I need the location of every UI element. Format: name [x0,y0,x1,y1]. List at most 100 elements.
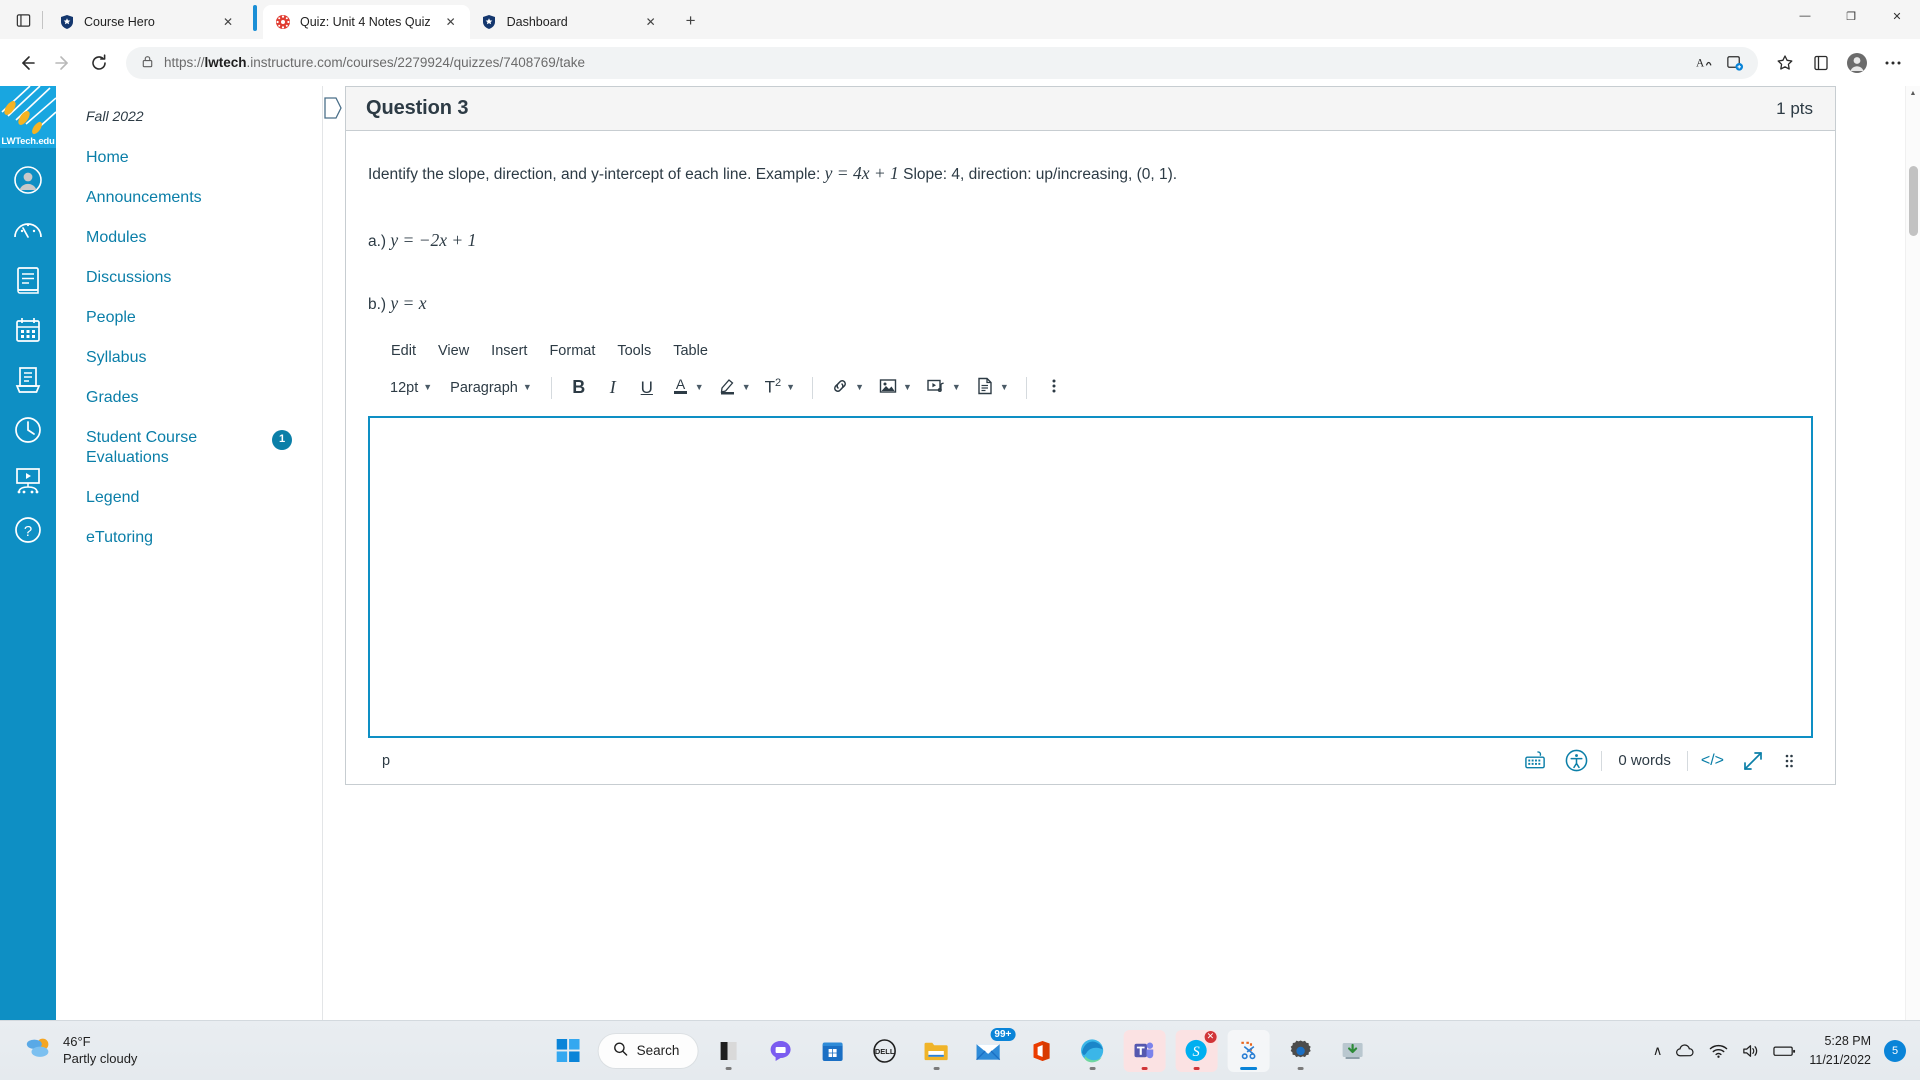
menu-format[interactable]: Format [540,338,604,364]
media-button[interactable]: ▼ [920,372,967,404]
cloud-icon[interactable] [1675,1043,1696,1059]
read-aloud-icon[interactable]: A [1690,49,1718,77]
battery-icon[interactable] [1773,1044,1796,1058]
maximize-button[interactable]: ❐ [1828,0,1874,32]
answer-textarea[interactable] [368,415,1813,738]
lwtech-logo[interactable]: LWTech.edu [0,86,56,148]
taskbar-app-edge[interactable] [1071,1030,1113,1072]
italic-button[interactable]: I [597,372,629,404]
taskbar-search[interactable]: Search [598,1033,698,1068]
global-nav-history[interactable] [0,410,56,450]
app-active-indicator [1239,1066,1257,1070]
sidebar-item-syllabus[interactable]: Syllabus [56,338,322,378]
menu-insert[interactable]: Insert [482,338,536,364]
underline-button[interactable]: U [631,372,663,404]
toolbar-divider [812,376,814,399]
browser-tab-2[interactable]: Dashboard ✕ [470,5,670,39]
taskbar-app-microsoft-store[interactable] [811,1030,853,1072]
tab-close-icon[interactable]: ✕ [640,11,662,33]
global-nav-calendar[interactable] [0,310,56,350]
taskbar-clock[interactable]: 5:28 PM 11/21/2022 [1809,1032,1871,1068]
menu-table[interactable]: Table [664,338,717,364]
superscript-subscript-button[interactable]: T2 ▼ [759,372,801,404]
tab-close-icon[interactable]: ✕ [440,11,462,33]
bold-button[interactable]: B [563,372,595,404]
menu-view[interactable]: View [429,338,478,364]
sidebar-item-announcements[interactable]: Announcements [56,178,322,218]
taskbar-app-teams[interactable] [1123,1029,1166,1072]
global-nav-courses[interactable] [0,260,56,300]
new-tab-button[interactable]: + [676,6,706,36]
volume-icon[interactable] [1741,1043,1760,1059]
image-button[interactable]: ▼ [872,372,918,404]
sidebar-item-etutoring[interactable]: eTutoring [56,518,322,558]
tab-close-icon[interactable]: ✕ [217,11,239,33]
sidebar-item-legend[interactable]: Legend [56,478,322,518]
taskbar-app-file-explorer[interactable] [915,1030,957,1072]
taskbar-app-skype[interactable]: S ✕ [1175,1029,1218,1072]
menu-edit[interactable]: Edit [382,338,425,364]
text-color-button[interactable]: A ▼ [665,372,710,404]
taskbar-app-software-center[interactable] [1331,1030,1373,1072]
taskbar-app-dell[interactable]: DELL [863,1030,905,1072]
minimize-button[interactable]: — [1782,0,1828,32]
taskbar-app-snipping-tool[interactable] [1227,1029,1270,1072]
element-path[interactable]: p [382,753,390,769]
notification-badge[interactable]: 5 [1884,1039,1906,1062]
collections-icon[interactable] [1804,46,1838,80]
more-options-button[interactable] [1038,372,1070,404]
sidebar-item-label: Announcements [86,189,202,206]
highlighter-icon [718,375,737,400]
app-alert-dot [1193,1066,1200,1070]
global-nav-account[interactable] [0,160,56,200]
taskbar-app-settings[interactable] [1279,1030,1321,1072]
back-button[interactable] [10,46,44,80]
favorites-icon[interactable] [1768,46,1802,80]
flag-question-icon[interactable] [323,97,345,123]
link-button[interactable]: ▼ [824,372,870,404]
global-nav-inbox[interactable] [0,360,56,400]
settings-more-icon[interactable] [1876,46,1910,80]
keyboard-icon[interactable] [1515,746,1556,776]
menu-tools[interactable]: Tools [608,338,660,364]
start-icon[interactable] [547,1030,589,1072]
profile-icon[interactable] [1840,46,1874,80]
address-bar[interactable]: https://lwtech.instructure.com/courses/2… [126,46,1758,79]
system-tray: ∧ 5:28 PM 11/21/2022 5 [1653,1032,1920,1068]
close-button[interactable]: ✕ [1874,0,1920,32]
scrollbar-thumb[interactable] [1909,166,1918,236]
highlight-color-button[interactable]: ▼ [712,372,757,404]
taskbar-app-file-explorer-dark[interactable] [707,1030,749,1072]
sidebar-item-people[interactable]: People [56,298,322,338]
skype-error-badge: ✕ [1204,1030,1217,1043]
forward-button[interactable] [46,46,80,80]
global-nav-studio[interactable] [0,460,56,500]
sidebar-item-student-course-evaluations[interactable]: Student Course Evaluations 1 [56,418,322,478]
html-editor-toggle[interactable]: </> [1692,746,1733,776]
resize-grip-icon[interactable] [1773,746,1805,776]
collections-add-icon[interactable] [1720,49,1748,77]
sidebar-item-modules[interactable]: Modules [56,218,322,258]
global-nav-dashboard[interactable] [0,210,56,250]
global-nav-help[interactable]: ? [0,510,56,550]
weather-widget[interactable]: 46°F Partly cloudy [0,1033,500,1068]
reload-button[interactable] [82,46,116,80]
font-size-select[interactable]: 12pt ▼ [382,372,440,404]
browser-tab-1[interactable]: Quiz: Unit 4 Notes Quiz ✕ [263,5,470,39]
block-format-select[interactable]: Paragraph ▼ [442,372,540,404]
document-button[interactable]: ▼ [969,372,1015,404]
page-scrollbar[interactable]: ▲ [1905,86,1920,1080]
tray-overflow-icon[interactable]: ∧ [1653,1043,1663,1059]
sidebar-item-grades[interactable]: Grades [56,378,322,418]
sidebar-item-discussions[interactable]: Discussions [56,258,322,298]
accessibility-icon[interactable] [1556,746,1597,776]
taskbar-app-mail[interactable]: 99+ [967,1027,1016,1072]
sidebar-item-home[interactable]: Home [56,138,322,178]
taskbar-app-office[interactable] [1019,1030,1061,1072]
fullscreen-arrows-icon[interactable] [1733,746,1773,776]
scroll-up-arrow[interactable]: ▲ [1906,86,1920,101]
tab-search-icon[interactable] [6,4,40,36]
browser-tab-0[interactable]: Course Hero ✕ [47,5,247,39]
taskbar-app-chat[interactable] [759,1030,801,1072]
wifi-icon[interactable] [1709,1043,1728,1059]
